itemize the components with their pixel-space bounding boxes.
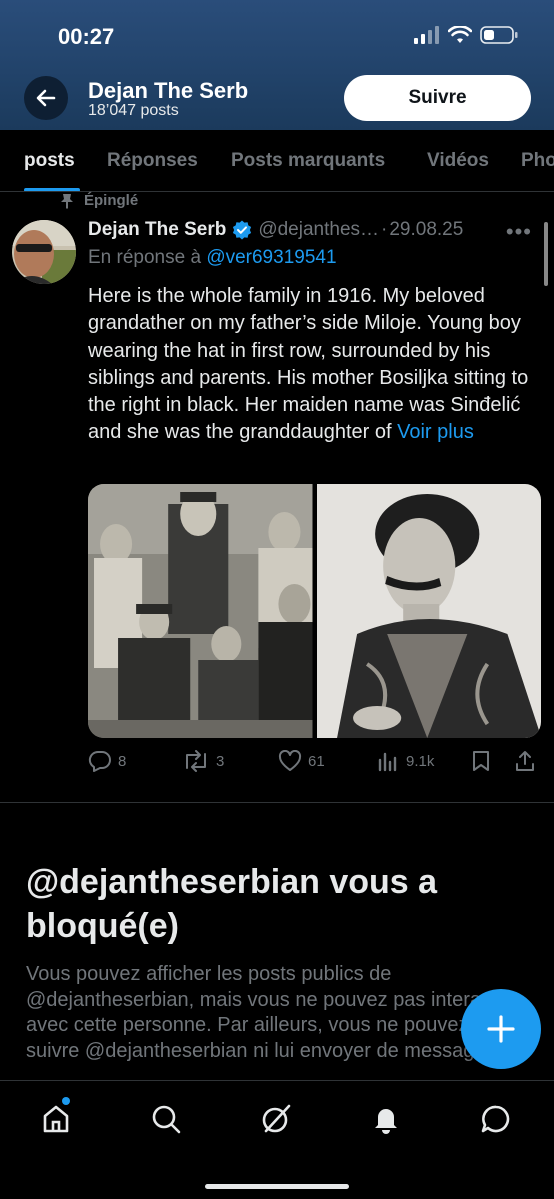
scrollbar[interactable] bbox=[544, 222, 548, 286]
header-profile-name: Dejan The Serb bbox=[88, 78, 249, 103]
back-button[interactable] bbox=[24, 76, 68, 120]
views-button[interactable]: 9.1k bbox=[376, 750, 434, 772]
view-count: 9.1k bbox=[406, 752, 435, 770]
blocked-body: Vous pouvez afficher les posts publics d… bbox=[26, 963, 507, 1062]
follow-button[interactable]: Suivre bbox=[344, 75, 531, 121]
reply-icon bbox=[88, 750, 111, 772]
header-post-count: 18’047 posts bbox=[88, 102, 179, 119]
bookmark-button[interactable] bbox=[470, 750, 492, 772]
tab-videos[interactable]: Vidéos bbox=[427, 150, 489, 172]
post-author-name[interactable]: Dejan The Serb bbox=[88, 219, 226, 241]
more-icon[interactable]: ••• bbox=[506, 219, 532, 245]
tab-replies[interactable]: Réponses bbox=[107, 150, 198, 172]
wifi-icon bbox=[448, 26, 472, 43]
post-actions: 8 3 61 9.1k bbox=[88, 750, 544, 778]
notifications-icon bbox=[375, 1109, 397, 1134]
post-media bbox=[88, 484, 541, 738]
grok-icon bbox=[262, 1104, 291, 1133]
pinned-label: Épinglé bbox=[84, 192, 139, 209]
signal-icon bbox=[414, 26, 439, 44]
bookmark-icon bbox=[473, 751, 489, 771]
home-indicator bbox=[205, 1184, 349, 1189]
compose-plus-icon bbox=[487, 1015, 515, 1043]
nav-notifications[interactable] bbox=[366, 1099, 406, 1139]
home-icon bbox=[43, 1105, 69, 1133]
repost-button[interactable]: 3 bbox=[182, 750, 224, 772]
repost-icon bbox=[186, 750, 206, 772]
post-body: Here is the whole family in 1916. My bel… bbox=[88, 285, 529, 444]
avatar[interactable] bbox=[12, 220, 76, 284]
post-date[interactable]: 29.08.25 bbox=[389, 219, 463, 241]
battery-icon bbox=[480, 26, 518, 44]
media-image-portrait[interactable] bbox=[316, 484, 541, 738]
reply-context: En réponse à @ver69319541 bbox=[88, 247, 337, 269]
search-icon bbox=[152, 1105, 181, 1134]
profile-header: 00:27 Dejan The Serb 18’047 posts Suivre bbox=[0, 0, 554, 130]
post-author-row: Dejan The Serb @dejanthes… · 29.08.25 ••… bbox=[88, 219, 544, 244]
see-more-link[interactable]: Voir plus bbox=[397, 421, 474, 443]
share-button[interactable] bbox=[514, 750, 536, 772]
nav-search[interactable] bbox=[146, 1099, 186, 1139]
nav-grok[interactable] bbox=[256, 1099, 296, 1139]
views-icon bbox=[378, 752, 397, 772]
profile-tabs: posts Réponses Posts marquants Vidéos Ph… bbox=[0, 130, 554, 192]
bottom-nav bbox=[0, 1080, 554, 1199]
reply-to-link[interactable]: @ver69319541 bbox=[206, 247, 336, 268]
tab-posts[interactable]: posts bbox=[24, 150, 75, 172]
like-count: 61 bbox=[308, 752, 325, 770]
media-image-family-photo[interactable] bbox=[88, 484, 313, 738]
repost-count: 3 bbox=[216, 752, 225, 770]
status-time: 00:27 bbox=[58, 24, 115, 49]
reply-count: 8 bbox=[118, 752, 127, 770]
like-icon bbox=[278, 750, 302, 771]
share-icon bbox=[516, 751, 534, 771]
messages-icon bbox=[481, 1105, 510, 1133]
reply-button[interactable]: 8 bbox=[88, 750, 126, 772]
nav-messages[interactable] bbox=[476, 1099, 516, 1139]
blocked-title: @dejantheserbian vous a bloqué(e) bbox=[26, 863, 438, 945]
status-icons bbox=[414, 26, 518, 44]
like-button[interactable]: 61 bbox=[278, 750, 325, 772]
pinned-indicator: Épinglé bbox=[60, 192, 138, 209]
tab-highlights[interactable]: Posts marquants bbox=[231, 150, 385, 172]
divider bbox=[0, 802, 554, 803]
verified-icon bbox=[233, 220, 252, 240]
home-notification-dot bbox=[62, 1097, 70, 1105]
reply-prefix: En réponse à bbox=[88, 247, 202, 268]
compose-button[interactable] bbox=[461, 989, 541, 1069]
nav-home[interactable] bbox=[36, 1097, 76, 1139]
post-text: Here is the whole family in 1916. My bel… bbox=[88, 283, 538, 447]
tab-photos[interactable]: Pho bbox=[521, 150, 554, 172]
post-separator: · bbox=[381, 219, 388, 240]
pin-icon bbox=[61, 193, 73, 209]
post-author-handle[interactable]: @dejanthes… bbox=[258, 219, 379, 241]
back-arrow-icon bbox=[36, 89, 56, 107]
